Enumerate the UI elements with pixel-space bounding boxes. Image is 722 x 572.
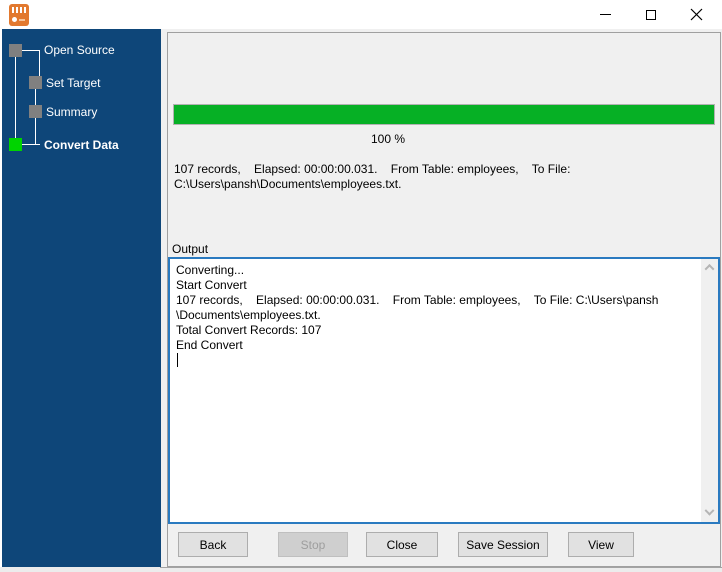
output-log-box[interactable]: Converting... Start Convert 107 records,… bbox=[168, 257, 720, 524]
progress-bar-fill bbox=[174, 105, 714, 124]
tree-connector-line bbox=[22, 50, 40, 51]
step-icon-set-target bbox=[29, 76, 42, 89]
tree-connector-line bbox=[15, 57, 16, 138]
scroll-up-button[interactable] bbox=[701, 259, 718, 276]
sidebar-step-set-target: Set Target bbox=[46, 76, 101, 90]
progress-bar bbox=[173, 104, 715, 125]
tree-connector-line bbox=[22, 144, 40, 145]
back-button[interactable]: Back bbox=[178, 532, 248, 557]
stop-button[interactable]: Stop bbox=[278, 532, 348, 557]
maximize-button[interactable] bbox=[628, 0, 673, 29]
app-icon-dot-glyph bbox=[12, 17, 17, 22]
wizard-steps-sidebar: Open Source Set Target Summary Convert D… bbox=[2, 29, 161, 567]
chevron-up-icon bbox=[704, 263, 715, 274]
step-icon-convert-data-active bbox=[9, 138, 22, 151]
sidebar-step-open-source: Open Source bbox=[44, 43, 115, 57]
status-line2: C:\Users\pansh\Documents\employees.txt. bbox=[174, 177, 402, 191]
sidebar-step-convert-data: Convert Data bbox=[44, 138, 119, 152]
title-bar bbox=[0, 0, 722, 29]
app-icon bbox=[9, 4, 29, 26]
app-icon-table-glyph bbox=[12, 7, 26, 13]
output-log-text: Converting... Start Convert 107 records,… bbox=[176, 263, 659, 352]
status-line1: 107 records, Elapsed: 00:00:00.031. From… bbox=[174, 162, 571, 176]
convert-panel: 100 % 107 records, Elapsed: 00:00:00.031… bbox=[167, 32, 721, 567]
minimize-button[interactable] bbox=[583, 0, 628, 29]
save-session-button[interactable]: Save Session bbox=[458, 532, 548, 557]
scroll-down-button[interactable] bbox=[701, 505, 718, 522]
text-caret bbox=[177, 353, 178, 367]
step-icon-open-source bbox=[9, 44, 22, 57]
output-label: Output bbox=[172, 242, 209, 256]
conversion-status-text: 107 records, Elapsed: 00:00:00.031. From… bbox=[174, 162, 714, 192]
chevron-down-icon bbox=[704, 505, 715, 516]
tree-connector-line bbox=[39, 50, 40, 76]
sidebar-step-summary: Summary bbox=[46, 105, 98, 119]
tree-connector-line bbox=[35, 89, 36, 105]
view-button[interactable]: View bbox=[568, 532, 634, 557]
window-bottom-edge bbox=[0, 567, 722, 572]
progress-percent-label: 100 % bbox=[370, 132, 406, 146]
vertical-scrollbar[interactable] bbox=[701, 259, 718, 522]
close-icon bbox=[690, 8, 703, 21]
close-window-button[interactable] bbox=[674, 0, 719, 29]
tree-connector-line bbox=[35, 118, 36, 145]
bottom-divider-line bbox=[160, 567, 722, 568]
close-button[interactable]: Close bbox=[366, 532, 438, 557]
maximize-icon bbox=[645, 9, 656, 20]
minimize-icon bbox=[600, 14, 611, 15]
app-icon-dash-glyph bbox=[19, 19, 25, 21]
step-icon-summary bbox=[29, 105, 42, 118]
